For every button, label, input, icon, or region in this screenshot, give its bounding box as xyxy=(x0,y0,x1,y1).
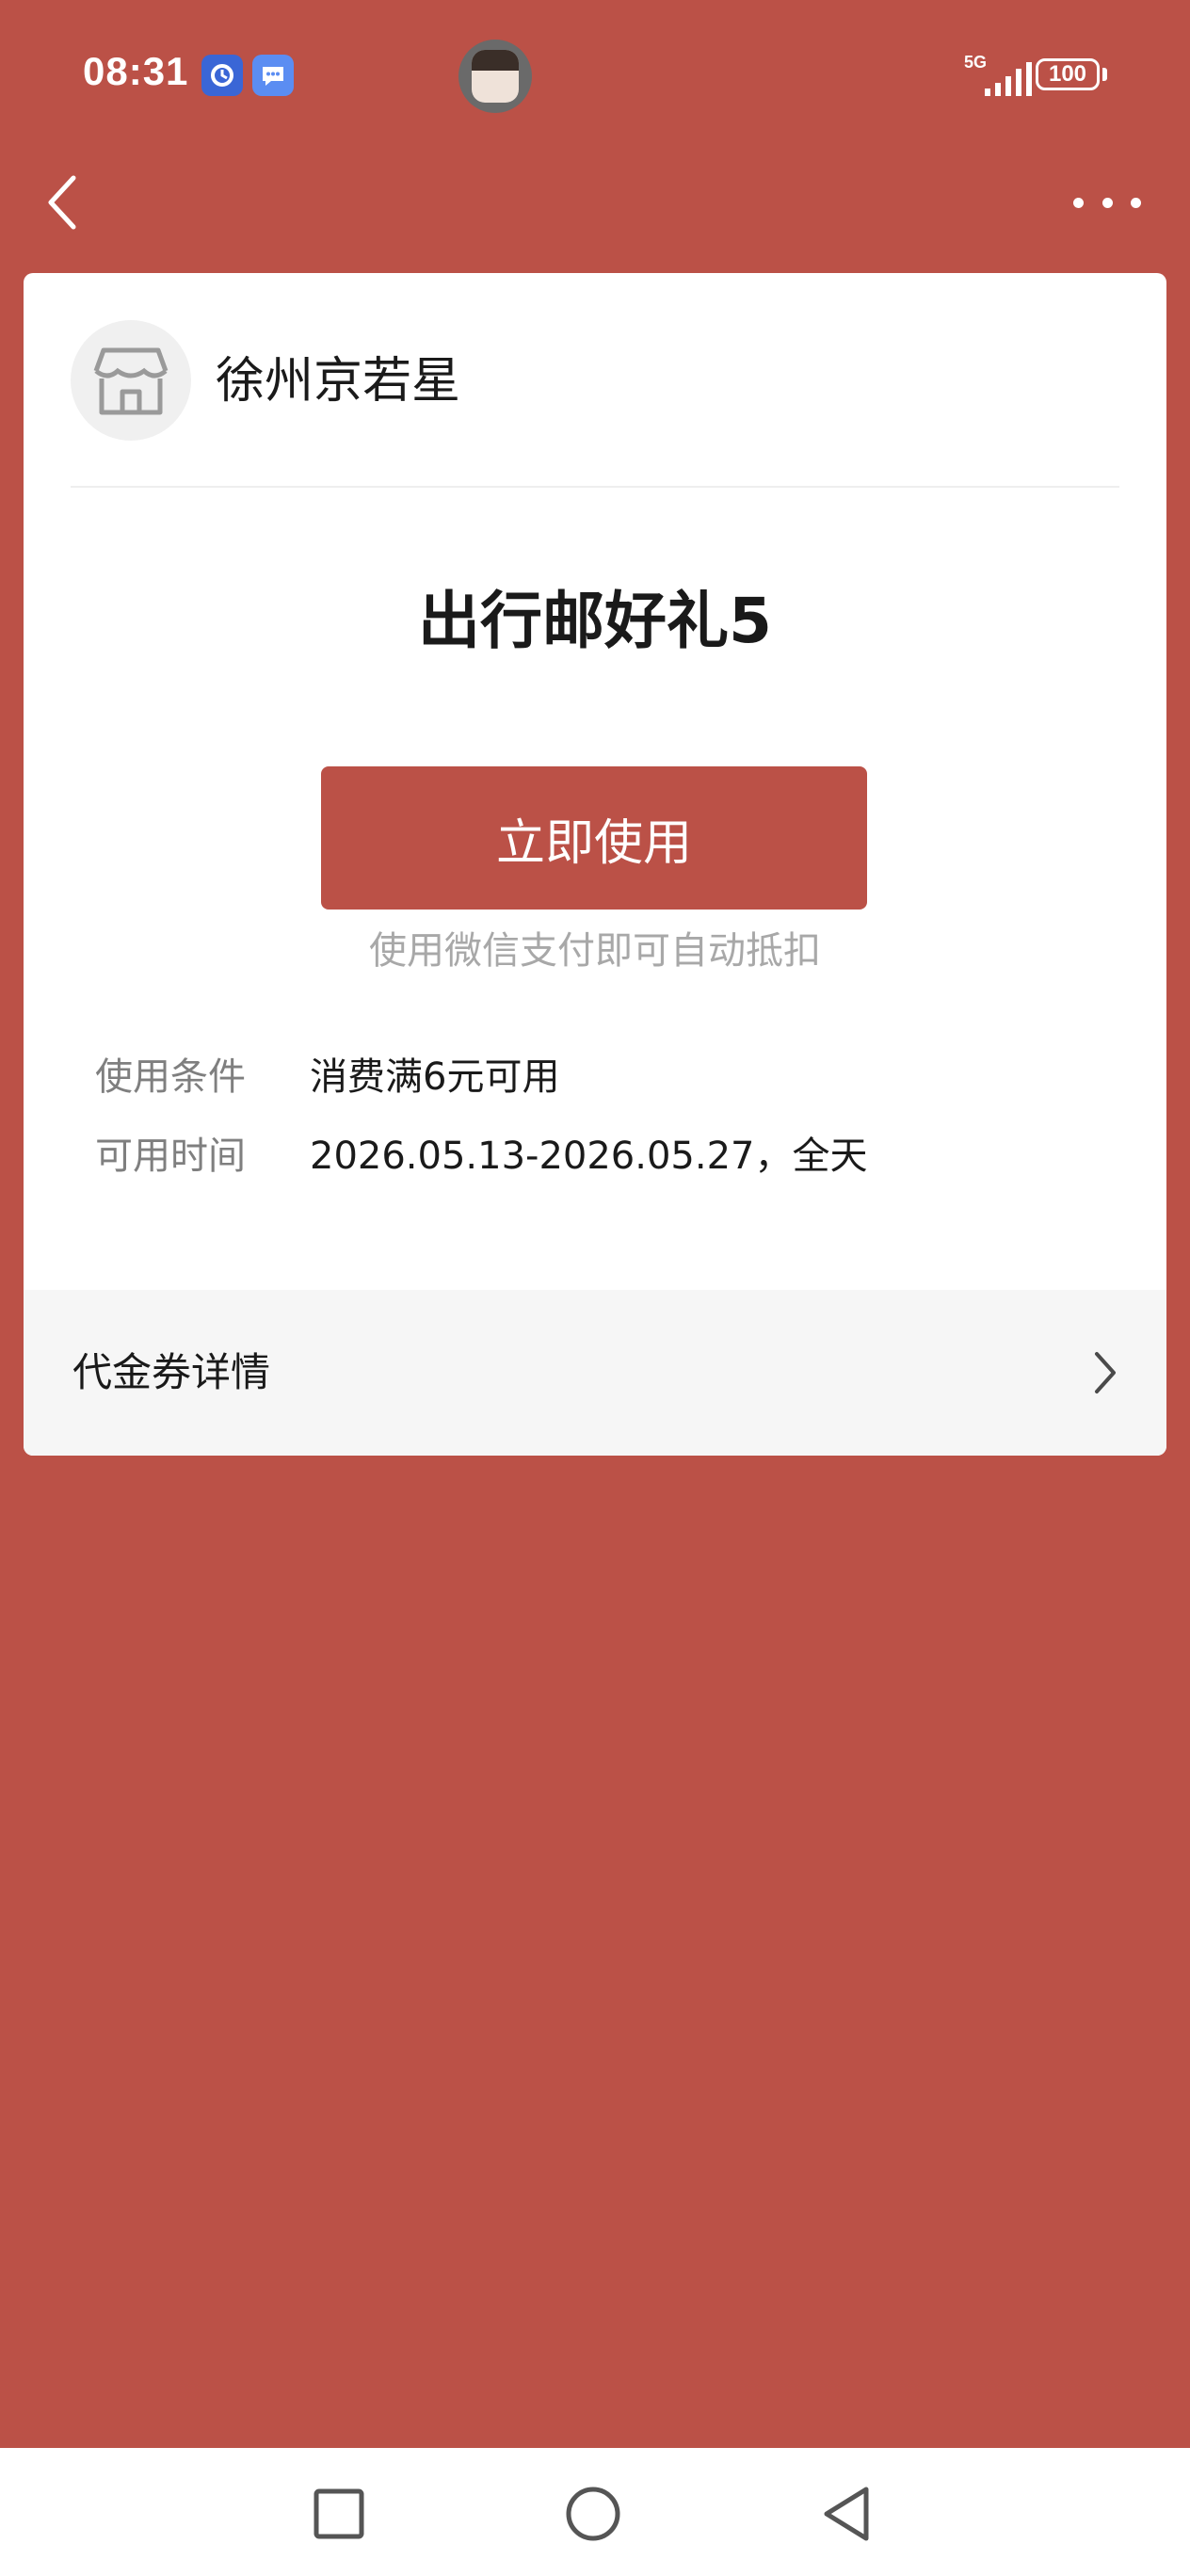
coupon-title: 出行邮好礼5 xyxy=(418,585,772,657)
conditions-value: 消费满6元可用 xyxy=(310,1055,560,1099)
chevron-right-icon xyxy=(1095,1352,1116,1393)
chevron-left-icon xyxy=(48,175,76,230)
divider xyxy=(71,486,1119,488)
valid-time-value: 2026.05.13-2026.05.27，全天 xyxy=(310,1135,868,1178)
more-dots-icon xyxy=(1073,197,1084,208)
system-nav-bar xyxy=(0,2448,1190,2576)
status-avatar xyxy=(458,40,532,113)
battery-level: 100 xyxy=(1048,61,1087,87)
battery-tip xyxy=(1102,68,1107,81)
system-back-button[interactable] xyxy=(810,2476,885,2552)
status-time: 08:31 xyxy=(83,49,189,93)
valid-time-label: 可用时间 xyxy=(95,1135,246,1178)
home-button[interactable] xyxy=(555,2476,631,2552)
recent-apps-button[interactable] xyxy=(301,2476,377,2552)
conditions-label: 使用条件 xyxy=(95,1055,246,1099)
coupon-details-row[interactable]: 代金券详情 xyxy=(24,1290,1166,1456)
signal-icon: 5G xyxy=(960,53,1036,100)
merchant-header: 徐州京若星 xyxy=(24,273,1166,486)
triangle-back-icon xyxy=(824,2487,869,2541)
battery-icon: 100 xyxy=(1036,58,1100,90)
use-now-button[interactable]: 立即使用 xyxy=(321,766,867,910)
status-bar: 08:31 5G 100 xyxy=(0,0,1190,151)
square-icon xyxy=(314,2488,364,2539)
more-button[interactable] xyxy=(1073,179,1141,226)
store-icon xyxy=(71,320,191,441)
use-hint: 使用微信支付即可自动抵扣 xyxy=(369,929,821,973)
app-notification-icon xyxy=(201,55,243,96)
merchant-name: 徐州京若星 xyxy=(216,353,461,410)
coupon-details-label: 代金券详情 xyxy=(72,1349,271,1395)
back-button[interactable] xyxy=(34,169,90,235)
circle-icon xyxy=(566,2487,620,2541)
message-notification-icon xyxy=(252,55,294,96)
coupon-card: 徐州京若星 出行邮好礼5 立即使用 使用微信支付即可自动抵扣 使用条件 消费满6… xyxy=(24,273,1166,1456)
